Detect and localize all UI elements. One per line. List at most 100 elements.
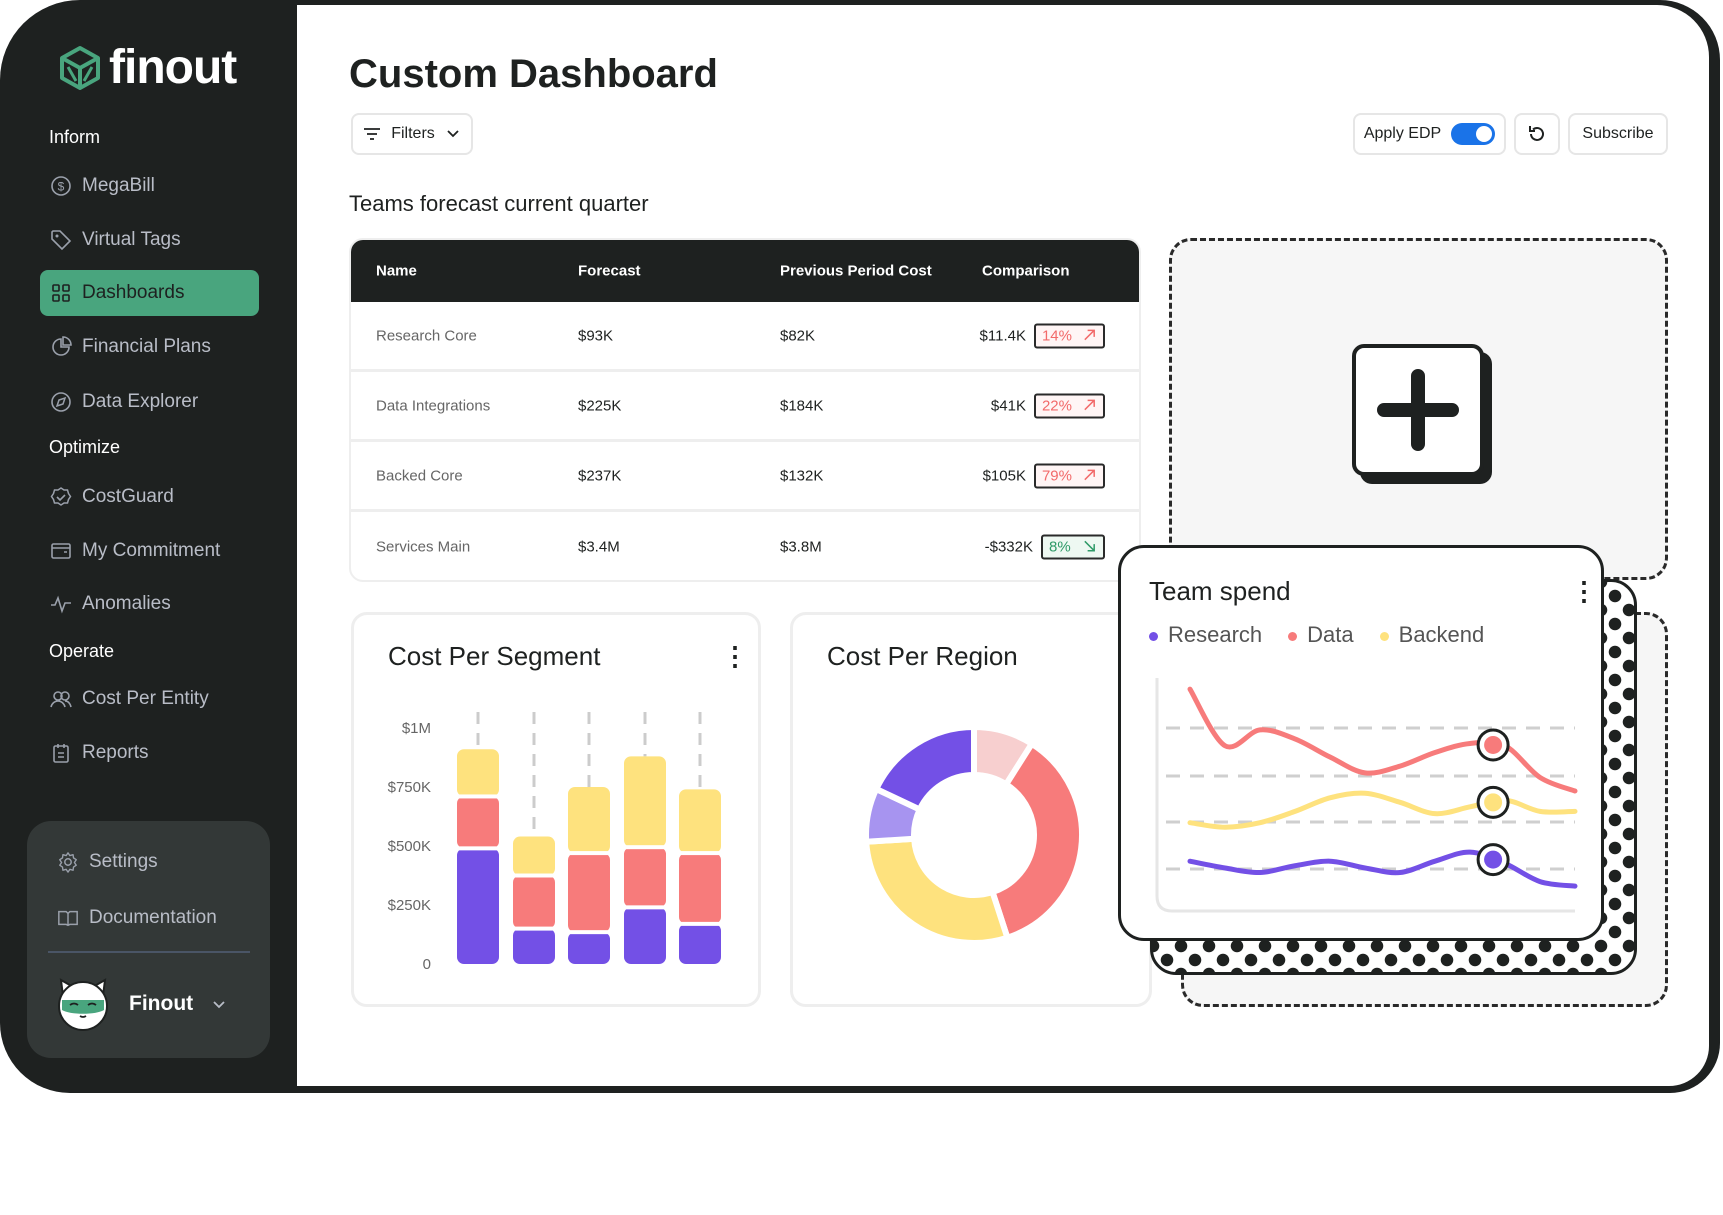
row-forecast: $3.4M: [578, 538, 620, 556]
comparison-percent: 22%: [1041, 397, 1072, 414]
column-header: Forecast: [578, 262, 641, 280]
bar-segment[interactable]: [679, 853, 721, 924]
table-row[interactable]: Backed Core $237K $132K $105K 79%: [351, 442, 1139, 512]
sidebar-item-label: Cost Per Entity: [82, 688, 209, 709]
sidebar-item-megabill[interactable]: $ MegaBill: [40, 163, 259, 209]
filters-label: Filters: [391, 125, 435, 142]
team-spend-card: Team spend ⋮ Research Data Backend: [1118, 545, 1604, 941]
bar-segment[interactable]: [457, 848, 499, 964]
comparison-amount: -$332K: [984, 538, 1033, 556]
sidebar-item-reports[interactable]: Reports: [40, 730, 259, 776]
row-name: Services Main: [376, 538, 471, 556]
line-chart: [1155, 678, 1578, 913]
y-tick-label: $250K: [388, 897, 431, 914]
row-comparison: $105K 79%: [983, 463, 1105, 488]
sidebar-item-settings[interactable]: Settings: [57, 851, 158, 873]
sidebar-item-dashboards[interactable]: Dashboards: [40, 270, 259, 316]
bar-segment[interactable]: [679, 923, 721, 964]
bar-segment[interactable]: [513, 928, 555, 964]
pie-icon: [52, 336, 72, 356]
sidebar-item-anomalies[interactable]: Anomalies: [40, 581, 259, 627]
svg-text:$: $: [58, 180, 65, 194]
row-forecast: $237K: [578, 467, 622, 484]
chevron-down-icon: [213, 1001, 225, 1009]
donut-slice[interactable]: [872, 723, 977, 814]
user-name: Finout: [129, 992, 194, 1015]
apply-edp-label: Apply EDP: [1363, 125, 1442, 142]
dollar-circle-icon: $: [51, 176, 71, 196]
table-row[interactable]: Services Main $3.4M $3.8M -$332K 8%: [351, 512, 1139, 580]
divider: [48, 951, 250, 953]
filter-icon: [364, 128, 381, 140]
column-header: Name: [376, 262, 417, 280]
cost-per-region-card: Cost Per Region ⋮: [790, 612, 1152, 1007]
apply-edp-toggle[interactable]: [1451, 123, 1496, 145]
y-tick-label: $750K: [388, 779, 431, 796]
bar-segment[interactable]: [679, 789, 721, 854]
bar-segment[interactable]: [457, 796, 499, 849]
subscribe-button[interactable]: Subscribe: [1568, 113, 1668, 155]
add-widget-button[interactable]: [1352, 344, 1484, 476]
chevron-down-icon: [447, 130, 459, 138]
comparison-amount: $11.4K: [979, 327, 1026, 344]
segment-gap: [679, 851, 721, 856]
table-row[interactable]: Data Integrations $225K $184K $41K 22%: [351, 372, 1139, 442]
row-name: Research Core: [376, 327, 477, 344]
bar-segment[interactable]: [457, 749, 499, 797]
segment-gap: [513, 873, 555, 878]
table-header: Name Forecast Previous Period Cost Compa…: [351, 240, 1139, 302]
sidebar-section-inform: Inform: [49, 127, 101, 147]
bar-segment[interactable]: [568, 787, 610, 854]
bar-segment[interactable]: [624, 756, 666, 848]
sidebar-item-label: CostGuard: [82, 486, 174, 507]
cost-per-segment-card: Cost Per Segment ⋮ 0 $250K $500K $750K $1M: [351, 612, 761, 1007]
cube-logo-icon: [60, 45, 100, 90]
plus-icon: [1377, 369, 1459, 451]
bar-segment[interactable]: [568, 932, 610, 964]
filters-button[interactable]: Filters: [351, 113, 473, 155]
bar-segment[interactable]: [513, 836, 555, 876]
sidebar-item-financial-plans[interactable]: Financial Plans: [40, 324, 259, 370]
sidebar-item-data-explorer[interactable]: Data Explorer: [40, 379, 259, 425]
sidebar-item-label: Data Explorer: [82, 391, 199, 412]
sidebar-item-documentation[interactable]: Documentation: [57, 907, 217, 929]
sidebar-item-label: Financial Plans: [82, 336, 211, 357]
sidebar-item-label: My Commitment: [82, 540, 221, 561]
page-title: Custom Dashboard: [349, 52, 718, 96]
documentation-label: Documentation: [89, 907, 217, 928]
segment-gap: [457, 846, 499, 851]
sidebar-section-operate: Operate: [49, 641, 115, 661]
table-row[interactable]: Research Core $93K $82K $11.4K 14%: [351, 302, 1139, 372]
row-forecast: $93K: [578, 327, 614, 344]
sidebar-item-costguard[interactable]: CostGuard: [40, 474, 259, 520]
refresh-button[interactable]: [1514, 113, 1560, 155]
sidebar-bottom-panel: Settings Documentation Finout: [27, 821, 270, 1058]
user-menu[interactable]: Finout: [55, 976, 227, 1032]
bar-segment[interactable]: [624, 907, 666, 964]
bar-segment[interactable]: [624, 847, 666, 908]
grid-icon: [52, 284, 70, 302]
badge-check-icon: [50, 487, 72, 506]
sidebar-item-my-commitment[interactable]: My Commitment: [40, 528, 259, 574]
row-comparison: -$332K 8%: [984, 534, 1105, 560]
apply-edp-control[interactable]: Apply EDP: [1353, 113, 1506, 155]
sidebar-item-cost-per-entity[interactable]: Cost Per Entity: [40, 676, 259, 722]
row-previous-cost: $82K: [780, 327, 816, 344]
comparison-badge: 79%: [1033, 463, 1105, 488]
segment-gap: [568, 851, 610, 856]
sidebar-item-label: MegaBill: [82, 175, 155, 196]
donut-chart: [863, 723, 1085, 946]
bar-segment[interactable]: [568, 853, 610, 933]
sidebar-item-label: Virtual Tags: [82, 229, 181, 250]
donut-slice[interactable]: [863, 835, 1012, 946]
highlight-dot: [1484, 793, 1503, 812]
stacked-bar-chart: 0 $250K $500K $750K $1M: [388, 712, 721, 973]
row-comparison: $11.4K 14%: [980, 323, 1105, 348]
clipboard-icon: [53, 744, 69, 763]
arrow-up-right-icon: [1084, 469, 1095, 480]
avatar: [58, 978, 108, 1031]
row-previous-cost: $3.8M: [780, 538, 822, 556]
sidebar-item-virtual-tags[interactable]: Virtual Tags: [40, 217, 259, 263]
subscribe-label: Subscribe: [1582, 125, 1654, 142]
bar-segment[interactable]: [513, 875, 555, 929]
